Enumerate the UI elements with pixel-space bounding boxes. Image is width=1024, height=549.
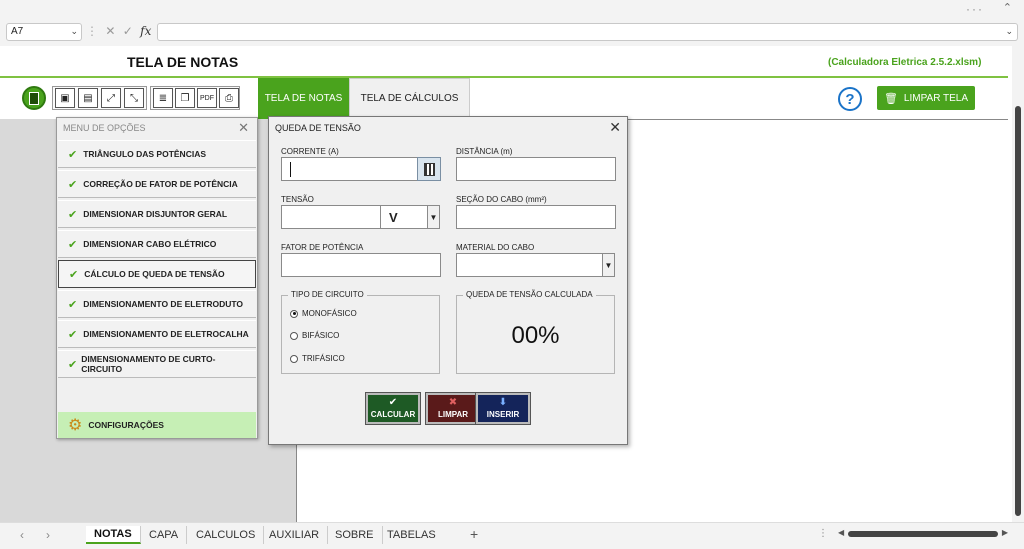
chevron-down-icon[interactable]: ⌄ (70, 26, 78, 37)
x-icon: ✖ (448, 397, 458, 408)
save-icon[interactable]: ▣ (55, 88, 75, 108)
queda-calculada-label: QUEDA DE TENSÃO CALCULADA (463, 290, 596, 299)
print-icon[interactable]: ⎙ (219, 88, 239, 108)
arrow-down-icon: ⬇ (498, 397, 508, 408)
add-sheet-icon[interactable]: + (470, 526, 478, 542)
tab-tela-de-calculos[interactable]: TELA DE CÁLCULOS (349, 78, 470, 119)
chevron-up-icon[interactable]: ⌃ (1003, 1, 1012, 14)
check-icon: ✔ (68, 328, 78, 341)
queda-tensao-dialog: QUEDA DE TENSÃO ✕ CORRENTE (A) DISTÂNCIA… (268, 116, 628, 445)
check-icon: ✔ (68, 178, 78, 191)
radio-monofasico[interactable]: MONOFÁSICO (290, 309, 357, 318)
sheet-tab-capa[interactable]: CAPA (141, 526, 188, 544)
calculator-icon[interactable] (417, 157, 441, 181)
formula-input[interactable]: ⌄ (157, 23, 1018, 41)
secao-input[interactable] (456, 205, 616, 229)
distancia-input[interactable] (456, 157, 616, 181)
material-select[interactable] (456, 253, 603, 277)
more-options-icon[interactable]: ··· (966, 2, 984, 16)
secao-label: SEÇÃO DO CABO (mm²) (456, 195, 547, 204)
options-menu: MENU DE OPÇÕES ✕ ✔ TRIÂNGULO DAS POTÊNCIA… (56, 117, 258, 439)
menu-item-eletroduto[interactable]: ✔ DIMENSIONAMENTO DE ELETRODUTO (58, 290, 256, 318)
chevron-down-icon[interactable]: ▼ (602, 253, 615, 277)
menu-item-triangulo[interactable]: ✔ TRIÂNGULO DAS POTÊNCIAS (58, 140, 256, 168)
cell-reference: A7 (11, 26, 24, 37)
check-icon: ✔ (68, 208, 78, 221)
menu-item-disjuntor[interactable]: ✔ DIMENSIONAR DISJUNTOR GERAL (58, 200, 256, 228)
sheet-tab-sobre[interactable]: SOBRE (327, 526, 383, 544)
tensao-label: TENSÃO (281, 195, 314, 204)
distancia-label: DISTÂNCIA (m) (456, 147, 513, 156)
calcular-button[interactable]: ✔ CALCULAR (365, 392, 421, 425)
save-as-icon[interactable]: ▤ (78, 88, 98, 108)
fx-icon[interactable]: fx (140, 24, 151, 38)
pdf-icon[interactable]: PDF (197, 88, 217, 108)
menu-title: MENU DE OPÇÕES (63, 123, 146, 133)
radio-bifasico[interactable]: BIFÁSICO (290, 331, 339, 340)
cancel-icon[interactable]: ✕ (105, 24, 115, 38)
menu-item-configuracoes[interactable]: ⚙ CONFIGURAÇÕES (58, 412, 256, 438)
tipo-circuito-group: TIPO DE CIRCUITO MONOFÁSICO BIFÁSICO TRI… (281, 290, 440, 374)
horizontal-scrollbar[interactable]: ◀ ▶ (838, 528, 1008, 538)
dialog-title: QUEDA DE TENSÃO (275, 123, 361, 133)
file-name: (Calculadora Eletrica 2.5.2.xlsm) (828, 57, 982, 68)
check-icon: ✔ (69, 268, 79, 281)
menu-item-queda-tensao[interactable]: ✔ CÁLCULO DE QUEDA DE TENSÃO (58, 260, 256, 288)
sheet-tab-tabelas[interactable]: TABELAS (379, 526, 444, 544)
chevron-down-icon[interactable]: ⌄ (1005, 26, 1013, 37)
check-icon: ✔ (68, 148, 78, 161)
chevron-left-icon[interactable]: ‹ (20, 528, 24, 542)
menu-item-curto-circuito[interactable]: ✔ DIMENSIONAMENTO DE CURTO-CIRCUITO (58, 350, 256, 378)
minimize-icon[interactable]: ⤡ (124, 88, 144, 108)
queda-calculada-group: QUEDA DE TENSÃO CALCULADA 00% (456, 290, 615, 374)
calculator-logo-icon[interactable] (22, 86, 46, 110)
sheet-tab-auxiliar[interactable]: AUXILIAR (261, 526, 329, 544)
help-icon[interactable]: ? (838, 87, 862, 111)
menu-item-cabo[interactable]: ✔ DIMENSIONAR CABO ELÉTRICO (58, 230, 256, 258)
copy-icon[interactable]: ❐ (175, 88, 195, 108)
enter-icon[interactable]: ✓ (123, 24, 133, 38)
tensao-input[interactable] (281, 205, 381, 229)
chevron-down-icon[interactable]: ▼ (427, 205, 440, 229)
gear-icon: ⚙ (68, 417, 83, 434)
notes-icon[interactable]: ≣ (153, 88, 173, 108)
expand-icon[interactable]: ⤢ (101, 88, 121, 108)
limpar-tela-button[interactable]: 🗑 LIMPAR TELA (877, 86, 975, 110)
sheet-tab-calculos[interactable]: CALCULOS (188, 526, 265, 544)
material-label: MATERIAL DO CABO (456, 243, 535, 252)
page-title: TELA DE NOTAS (127, 54, 239, 70)
check-icon: ✔ (388, 397, 398, 408)
fator-label: FATOR DE POTÊNCIA (281, 243, 364, 252)
radio-trifasico[interactable]: TRIFÁSICO (290, 354, 345, 363)
close-icon[interactable]: ✕ (238, 120, 249, 136)
queda-value: 00% (511, 322, 560, 349)
menu-item-correcao[interactable]: ✔ CORREÇÃO DE FATOR DE POTÊNCIA (58, 170, 256, 198)
tab-tela-de-notas[interactable]: TELA DE NOTAS (258, 78, 349, 119)
formula-buttons: ⋮ ✕ ✓ fx (86, 24, 152, 38)
trash-icon: 🗑 (883, 92, 898, 105)
limpar-button[interactable]: ✖ LIMPAR (425, 392, 481, 425)
inserir-button[interactable]: ⬇ INSERIR (475, 392, 531, 425)
name-box[interactable]: A7 ⌄ (6, 23, 82, 41)
sheet-tab-notas[interactable]: NOTAS (86, 526, 141, 544)
close-icon[interactable]: ✕ (609, 119, 621, 136)
corrente-label: CORRENTE (A) (281, 147, 339, 156)
vertical-scrollbar[interactable] (1012, 46, 1024, 522)
check-icon: ✔ (68, 298, 78, 311)
menu-item-eletrocalha[interactable]: ✔ DIMENSIONAMENTO DE ELETROCALHA (58, 320, 256, 348)
tensao-unit-select[interactable]: V (380, 205, 429, 229)
title-bar (0, 0, 1024, 20)
tipo-circuito-label: TIPO DE CIRCUITO (288, 290, 367, 299)
check-icon: ✔ (68, 238, 78, 251)
corrente-input[interactable] (281, 157, 418, 181)
chevron-right-icon[interactable]: › (46, 528, 50, 542)
check-icon: ✔ (68, 358, 78, 371)
more-options-icon[interactable]: ⋮ (818, 528, 828, 539)
fator-input[interactable] (281, 253, 441, 277)
